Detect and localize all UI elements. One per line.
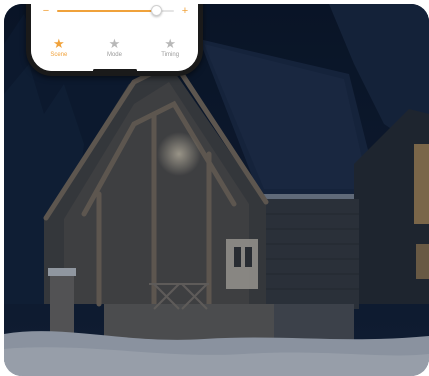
decrease-button[interactable]: − [41,5,51,17]
slider-thumb[interactable] [151,5,163,16]
tab-timing[interactable]: ★ Timing [145,35,195,71]
brightness-slider-row: − + [41,5,190,17]
tab-label: Timing [161,52,180,58]
tab-label: Mode [106,52,122,58]
slider-fill [57,10,157,12]
increase-button[interactable]: + [180,5,190,17]
star-icon: ★ [164,36,176,51]
star-icon: ★ [108,36,121,51]
tab-scene[interactable]: ★ Scene [34,35,84,71]
bottom-tab-bar: ★ Scene ★ Mode ★ Timing [31,35,198,71]
tab-mode[interactable]: ★ Mode [89,35,139,71]
home-indicator [93,69,137,71]
brightness-slider[interactable] [57,5,174,16]
tab-label: Scene [50,52,68,58]
background-card: − + ★ Scene ★ Mode ★ Timing [4,4,429,376]
star-icon: ★ [53,36,65,51]
phone-mockup: − + ★ Scene ★ Mode ★ Timing [26,4,203,76]
